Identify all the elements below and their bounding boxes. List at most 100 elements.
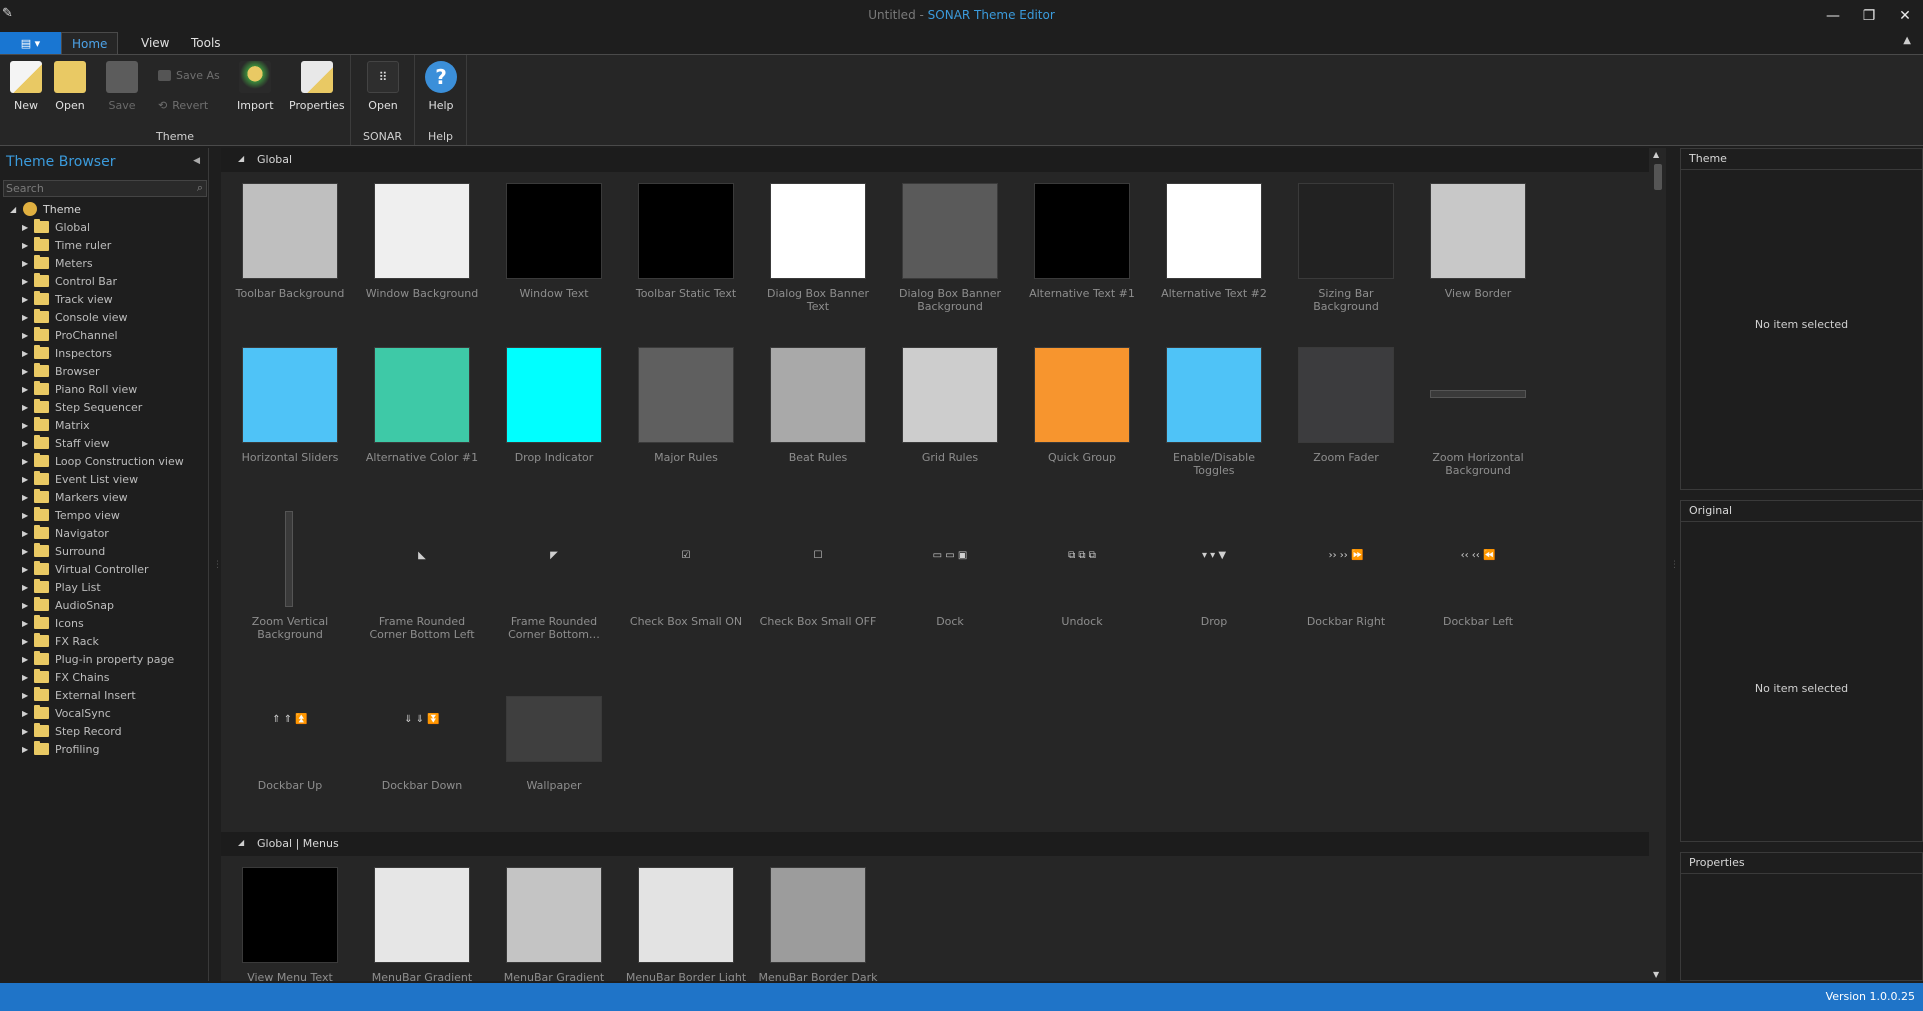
theme-element-drop-indicator[interactable]: Drop Indicator [485,340,605,500]
revert-button[interactable]: ⟲ Revert [158,99,208,112]
tree-item-console-view[interactable]: ▶ Console view [22,308,128,326]
theme-element-dialog-box-banner-background[interactable]: Dialog Box Banner Background [881,176,1001,336]
tree-item-prochannel[interactable]: ▶ ProChannel [22,326,118,344]
tree-item-navigator[interactable]: ▶ Navigator [22,524,109,542]
collapsed-arrow-icon[interactable]: ▶ [22,619,32,628]
theme-element-window-text[interactable]: Window Text [485,176,605,336]
theme-element-dockbar-right[interactable]: ›› ›› ⏩ Dockbar Right [1277,504,1397,664]
search-input[interactable] [6,182,186,195]
save-button[interactable]: Save [106,61,138,112]
theme-element-dockbar-left[interactable]: ‹‹ ‹‹ ⏪ Dockbar Left [1409,504,1529,664]
open-button[interactable]: Open [54,61,86,112]
tree-item-icons[interactable]: ▶ Icons [22,614,84,632]
collapsed-arrow-icon[interactable]: ▶ [22,691,32,700]
theme-element-wallpaper[interactable]: Wallpaper [485,668,605,828]
section-collapse-icon[interactable]: ◢ [238,838,244,847]
tree-item-browser[interactable]: ▶ Browser [22,362,100,380]
section-collapse-icon[interactable]: ◢ [238,154,244,163]
collapsed-arrow-icon[interactable]: ▶ [22,313,32,322]
collapsed-arrow-icon[interactable]: ▶ [22,547,32,556]
minimize-button[interactable]: — [1815,0,1851,32]
collapsed-arrow-icon[interactable]: ▶ [22,385,32,394]
theme-element-view-border[interactable]: View Border [1409,176,1529,336]
theme-element-dockbar-up[interactable]: ⇑ ⇑ ⏫ Dockbar Up [221,668,341,828]
help-button[interactable]: ? Help [425,61,457,112]
tree-item-surround[interactable]: ▶ Surround [22,542,105,560]
theme-element-menubar-border-dark[interactable]: MenuBar Border Dark [749,860,878,981]
collapsed-arrow-icon[interactable]: ▶ [22,331,32,340]
new-button[interactable]: New [10,61,42,112]
collapsed-arrow-icon[interactable]: ▶ [22,637,32,646]
theme-element-window-background[interactable]: Window Background [353,176,478,336]
collapsed-arrow-icon[interactable]: ▶ [22,583,32,592]
collapsed-arrow-icon[interactable]: ▶ [22,601,32,610]
tree-item-play-list[interactable]: ▶ Play List [22,578,101,596]
theme-element-undock[interactable]: ⧉ ⧉ ⧉ Undock [1013,504,1133,664]
tab-home[interactable]: Home [61,32,119,54]
section-header-global[interactable]: ◢ Global [221,148,1649,172]
theme-element-alternative-color-1[interactable]: Alternative Color #1 [353,340,478,500]
tab-tools[interactable]: Tools [181,32,231,54]
scroll-up-icon[interactable]: ▲ [1653,150,1659,159]
section-header-global-menus[interactable]: ◢ Global | Menus [221,832,1649,856]
theme-element-zoom-vertical-background[interactable]: Zoom Vertical Background [221,504,341,664]
theme-element-dialog-box-banner-text[interactable]: Dialog Box Banner Text [749,176,869,336]
right-splitter-handle[interactable]: ⋮ [1670,560,1679,570]
save-as-button[interactable]: Save As [158,69,220,82]
tree-item-tempo-view[interactable]: ▶ Tempo view [22,506,120,524]
theme-element-check-box-small-off[interactable]: ☐ Check Box Small OFF [749,504,877,664]
theme-element-sizing-bar-background[interactable]: Sizing Bar Background [1277,176,1397,336]
close-button[interactable]: ✕ [1887,0,1923,32]
tree-item-matrix[interactable]: ▶ Matrix [22,416,90,434]
theme-element-menubar-gradient-start[interactable]: MenuBar Gradient Start [353,860,473,981]
theme-element-dockbar-down[interactable]: ⇓ ⇓ ⏬ Dockbar Down [353,668,473,828]
collapsed-arrow-icon[interactable]: ▶ [22,673,32,682]
theme-element-frame-rounded-corner-bottom-left[interactable]: ◣ Frame Rounded Corner Bottom Left [353,504,474,664]
collapsed-arrow-icon[interactable]: ▶ [22,403,32,412]
theme-element-menubar-gradient-end[interactable]: MenuBar Gradient End [485,860,605,981]
theme-element-menubar-border-light[interactable]: MenuBar Border Light [617,860,746,981]
theme-element-quick-group[interactable]: Quick Group [1013,340,1133,500]
tree-item-step-record[interactable]: ▶ Step Record [22,722,122,740]
properties-button[interactable]: Properties [289,61,345,112]
collapsed-arrow-icon[interactable]: ▶ [22,475,32,484]
expanded-arrow-icon[interactable]: ◢ [10,205,20,214]
tree-item-step-sequencer[interactable]: ▶ Step Sequencer [22,398,142,416]
tree-item-piano-roll-view[interactable]: ▶ Piano Roll view [22,380,137,398]
collapsed-arrow-icon[interactable]: ▶ [22,421,32,430]
theme-element-alternative-text-1[interactable]: Alternative Text #1 [1013,176,1135,336]
tree-item-profiling[interactable]: ▶ Profiling [22,740,99,758]
ribbon-collapse-icon[interactable]: ▲ [1903,35,1911,46]
tree-item-loop-construction-view[interactable]: ▶ Loop Construction view [22,452,184,470]
tree-item-global[interactable]: ▶ Global [22,218,90,236]
collapsed-arrow-icon[interactable]: ▶ [22,277,32,286]
app-menu-button[interactable]: ▤ ▾ [0,32,61,54]
tree-item-external-insert[interactable]: ▶ External Insert [22,686,136,704]
scroll-thumb[interactable] [1654,164,1662,190]
scroll-down-icon[interactable]: ▼ [1653,970,1659,979]
tree-item-time-ruler[interactable]: ▶ Time ruler [22,236,111,254]
restore-button[interactable]: ❐ [1851,0,1887,32]
collapsed-arrow-icon[interactable]: ▶ [22,511,32,520]
tree-item-markers-view[interactable]: ▶ Markers view [22,488,128,506]
theme-element-alternative-text-2[interactable]: Alternative Text #2 [1145,176,1267,336]
collapsed-arrow-icon[interactable]: ▶ [22,259,32,268]
tree-item-track-view[interactable]: ▶ Track view [22,290,113,308]
collapsed-arrow-icon[interactable]: ▶ [22,439,32,448]
theme-element-zoom-horizontal-background[interactable]: Zoom Horizontal Background [1409,340,1529,500]
collapsed-arrow-icon[interactable]: ▶ [22,295,32,304]
tree-item-vocalsync[interactable]: ▶ VocalSync [22,704,111,722]
collapsed-arrow-icon[interactable]: ▶ [22,709,32,718]
collapsed-arrow-icon[interactable]: ▶ [22,367,32,376]
theme-element-major-rules[interactable]: Major Rules [617,340,737,500]
theme-element-view-menu-text[interactable]: View Menu Text [221,860,341,981]
tree-item-plug-in-property-page[interactable]: ▶ Plug-in property page [22,650,174,668]
tree-item-staff-view[interactable]: ▶ Staff view [22,434,109,452]
theme-element-enable-disable-toggles[interactable]: Enable/Disable Toggles [1145,340,1265,500]
tree-item-fx-chains[interactable]: ▶ FX Chains [22,668,110,686]
collapsed-arrow-icon[interactable]: ▶ [22,565,32,574]
tree-item-event-list-view[interactable]: ▶ Event List view [22,470,138,488]
collapsed-arrow-icon[interactable]: ▶ [22,727,32,736]
tab-view[interactable]: View [131,32,179,54]
tree-item-audiosnap[interactable]: ▶ AudioSnap [22,596,114,614]
